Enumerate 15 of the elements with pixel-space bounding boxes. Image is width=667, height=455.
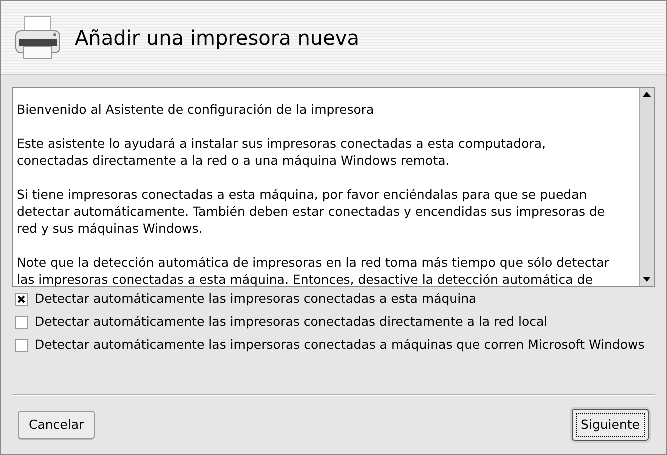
checkbox[interactable]	[15, 316, 28, 329]
window-title: Añadir una impresora nueva	[75, 24, 360, 52]
checkbox[interactable]	[15, 293, 28, 306]
intro-paragraph: Este asistente lo ayudará a instalar sus impresoras conectadas a esta computadora, conectadas directamente a la red o a una máquina Windows remota.	[17, 135, 547, 169]
scrollbar[interactable]	[639, 88, 654, 286]
dialog-button[interactable]: Siguiente	[572, 409, 649, 441]
dialog-button[interactable]: Cancelar	[18, 411, 96, 439]
checkbox-label: Detectar automáticamente las impresoras conectadas a esta máquina	[35, 290, 477, 308]
printer-icon	[13, 14, 63, 60]
intro-paragraph: Si tiene impresoras conectadas a esta máquina, por favor enciéndalas para que se puedan detectar automáticamente. También deben estar conectadas y encendidas sus impresoras de red y sus máquinas Windows.	[17, 186, 606, 237]
intro-paragraph: Bienvenido al Asistente de configuración de la impresora	[17, 101, 376, 118]
checkbox-label: Detectar automáticamente las impresoras conectadas directamente a la red local	[35, 313, 548, 332]
checkbox-label: Detectar automáticamente las impersoras conectadas a máquinas que corren Microsoft Windows	[35, 336, 645, 354]
intro-paragraph: Note que la detección automática de impresoras en la red toma más tiempo que sólo detectar las impresoras conectadas a esta máquina. Entonces, desactive la detección automática de	[17, 254, 610, 288]
checkbox[interactable]	[15, 339, 28, 352]
